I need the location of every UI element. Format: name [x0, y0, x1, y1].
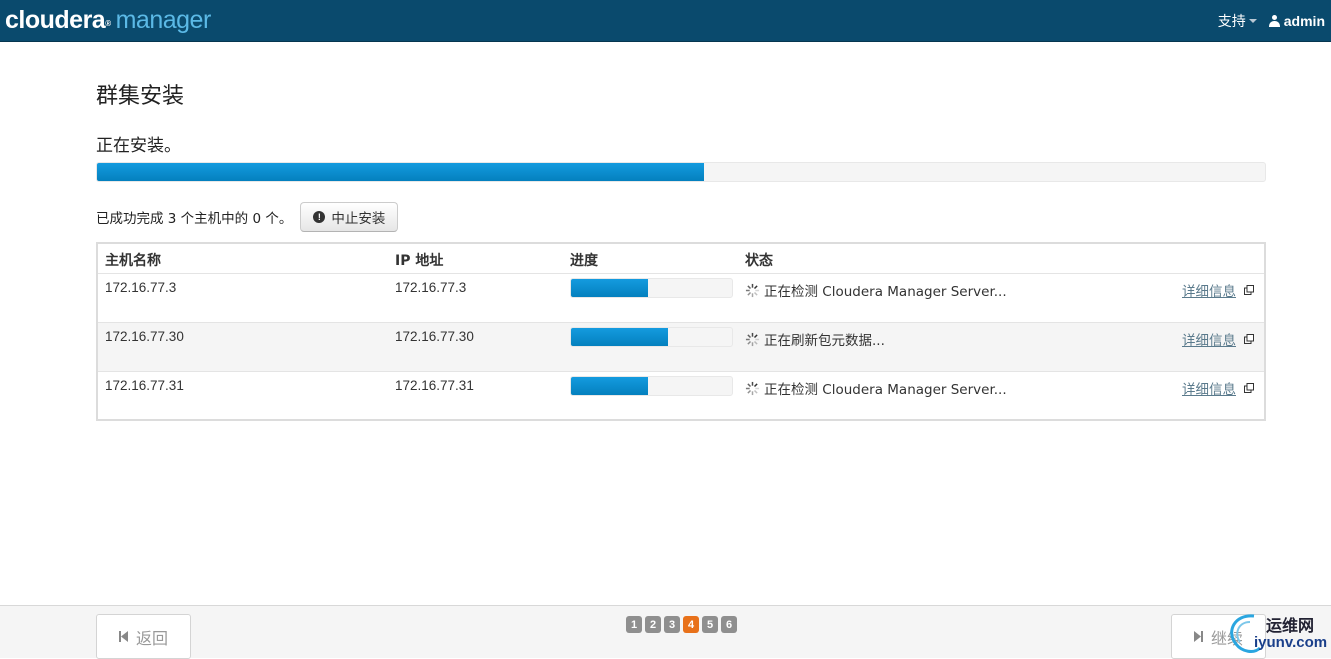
spinner-icon [745, 283, 760, 297]
navbar-right: 支持 admin [1218, 0, 1325, 42]
cell-ip: 172.16.77.3 [395, 280, 467, 295]
watermark-cn: 运维网 [1266, 616, 1315, 635]
brand-name: cloudera [5, 6, 106, 34]
brand-product: manager [115, 6, 212, 34]
user-menu[interactable]: admin [1268, 13, 1325, 29]
page-title: 群集安装 [96, 84, 185, 109]
header-ip: IP 地址 [395, 253, 444, 269]
summary-row: 已成功完成 3 个主机中的 0 个。 ! 中止安装 [96, 202, 399, 232]
support-menu-label: 支持 [1217, 14, 1246, 30]
table-row: 172.16.77.30 172.16.77.30 正在刷新包元数据... 详细… [98, 323, 1264, 372]
details-link[interactable]: 详细信息 [1182, 378, 1254, 398]
exclamation-icon: ! [313, 211, 326, 223]
wizard-footer: 返回 123456 继续 [0, 605, 1331, 659]
status-text: 正在刷新包元数据... [764, 333, 885, 349]
details-link[interactable]: 详细信息 [1182, 329, 1254, 349]
registered-mark: ® [105, 19, 111, 28]
external-link-icon [1244, 285, 1254, 295]
abort-install-label: 中止安装 [331, 211, 386, 227]
cell-ip: 172.16.77.30 [395, 329, 474, 344]
wizard-step-2[interactable]: 2 [645, 616, 661, 633]
header-progress: 进度 [570, 253, 598, 269]
external-link-icon [1244, 383, 1254, 393]
abort-install-button[interactable]: ! 中止安装 [300, 202, 399, 232]
details-link-label: 详细信息 [1182, 333, 1236, 349]
back-button[interactable]: 返回 [96, 614, 191, 659]
wizard-step-5[interactable]: 5 [702, 616, 718, 633]
row-progress-bar [570, 376, 733, 396]
top-navbar: cloudera® manager 支持 admin [0, 0, 1331, 42]
table-header: 主机名称 IP 地址 进度 状态 [98, 244, 1264, 274]
skip-back-icon [118, 631, 128, 642]
row-progress-fill [571, 279, 649, 297]
back-button-label: 返回 [135, 628, 168, 648]
status-text: 正在检测 Cloudera Manager Server... [764, 284, 1007, 300]
wizard-step-4[interactable]: 4 [683, 616, 699, 633]
status-text: 正在检测 Cloudera Manager Server... [764, 382, 1007, 398]
row-progress-fill [571, 377, 649, 395]
support-menu[interactable]: 支持 [1218, 11, 1257, 31]
spinner-icon [745, 381, 760, 395]
user-menu-label: admin [1283, 13, 1325, 29]
row-progress-fill [571, 328, 668, 346]
cell-hostname: 172.16.77.3 [105, 280, 177, 295]
table-row: 172.16.77.3 172.16.77.3 正在检测 Cloudera Ma… [98, 274, 1264, 323]
wizard-step-6[interactable]: 6 [721, 616, 737, 633]
cell-status: 正在检测 Cloudera Manager Server... [745, 280, 1007, 300]
external-link-icon [1244, 334, 1254, 344]
row-progress-bar [570, 327, 733, 347]
cell-status: 正在刷新包元数据... [745, 329, 885, 349]
skip-forward-icon [1193, 631, 1203, 642]
chevron-down-icon [1248, 19, 1257, 23]
summary-text: 已成功完成 3 个主机中的 0 个。 [96, 211, 293, 227]
cell-status: 正在检测 Cloudera Manager Server... [745, 378, 1007, 398]
host-table: 主机名称 IP 地址 进度 状态 172.16.77.3 172.16.77.3… [96, 242, 1266, 421]
details-link-label: 详细信息 [1182, 382, 1236, 398]
row-progress-bar [570, 278, 733, 298]
user-icon [1268, 15, 1280, 27]
watermark-en: iyunv.com [1254, 634, 1328, 651]
wizard-step-3[interactable]: 3 [664, 616, 680, 633]
details-link-label: 详细信息 [1182, 284, 1236, 300]
overall-progress-fill [97, 163, 705, 181]
wizard-steps: 123456 [626, 616, 737, 633]
table-row: 172.16.77.31 172.16.77.31 正在检测 Cloudera … [98, 372, 1264, 421]
site-watermark: 运维网 iyunv.com [1224, 610, 1328, 656]
details-link[interactable]: 详细信息 [1182, 280, 1254, 300]
cell-ip: 172.16.77.31 [395, 378, 474, 393]
cell-hostname: 172.16.77.30 [105, 329, 184, 344]
overall-progress-bar [96, 162, 1266, 182]
cloudera-manager-logo[interactable]: cloudera® manager [5, 3, 211, 37]
header-hostname: 主机名称 [105, 253, 161, 269]
wizard-step-1[interactable]: 1 [626, 616, 642, 633]
install-status-text: 正在安装。 [96, 136, 181, 156]
spinner-icon [745, 332, 760, 346]
header-status: 状态 [745, 253, 773, 269]
cell-hostname: 172.16.77.31 [105, 378, 184, 393]
